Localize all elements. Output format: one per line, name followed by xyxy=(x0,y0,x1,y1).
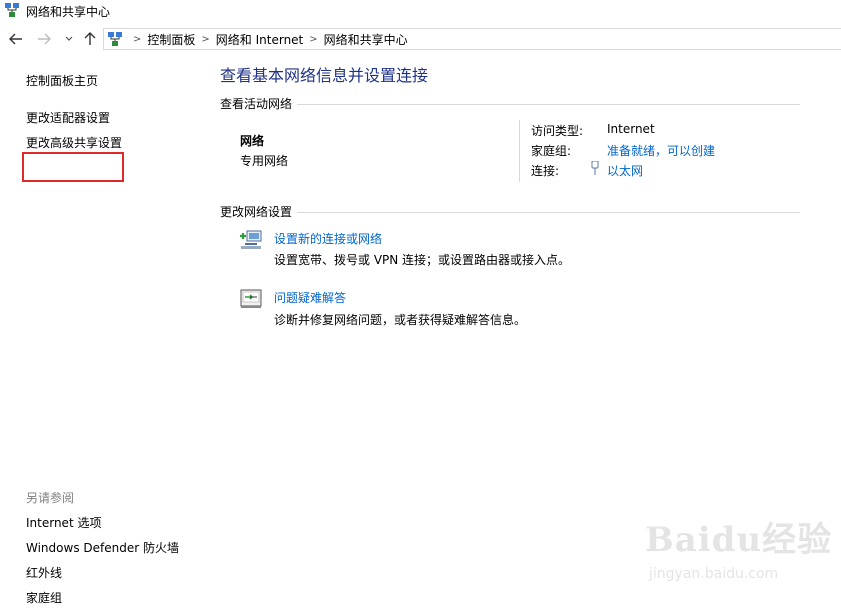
watermark-url: jingyan.baidu.com xyxy=(649,566,779,582)
ethernet-link[interactable]: 以太网 xyxy=(607,162,643,179)
access-type-label: 访问类型: xyxy=(531,124,584,138)
ethernet-icon xyxy=(591,161,599,175)
up-button[interactable] xyxy=(80,29,100,49)
sidebar-item-change-adapter-settings[interactable]: 更改适配器设置 xyxy=(26,109,110,126)
homegroup-label: 家庭组: xyxy=(531,144,572,158)
sidebar: 控制面板主页 更改适配器设置 更改高级共享设置 另请参阅 Internet 选项… xyxy=(0,52,205,608)
troubleshoot-desc: 诊断并修复网络问题，或者获得疑难解答信息。 xyxy=(274,313,527,327)
chevron-right-icon[interactable]: > xyxy=(309,34,317,45)
breadcrumb-network-internet[interactable]: 网络和 Internet xyxy=(216,31,303,48)
chevron-right-icon[interactable]: > xyxy=(201,34,209,45)
troubleshoot-icon xyxy=(240,289,262,308)
highlight-annotation xyxy=(22,152,124,182)
connection-label: 连接: xyxy=(531,164,560,178)
window-title: 网络和共享中心 xyxy=(26,5,111,19)
recent-locations-button[interactable] xyxy=(62,29,76,49)
homegroup-link[interactable]: 准备就绪，可以创建 xyxy=(607,142,715,159)
arrow-up-icon xyxy=(84,32,96,45)
see-also-infrared[interactable]: 红外线 xyxy=(26,564,62,581)
access-type-value: Internet xyxy=(607,122,655,136)
setup-new-connection-link[interactable]: 设置新的连接或网络 xyxy=(274,230,382,247)
change-settings-header: 更改网络设置 xyxy=(220,205,293,219)
sidebar-item-advanced-sharing[interactable]: 更改高级共享设置 xyxy=(26,134,122,151)
breadcrumb-control-panel[interactable]: 控制面板 xyxy=(147,31,195,48)
arrow-right-icon xyxy=(38,33,51,45)
sidebar-item-control-panel-home[interactable]: 控制面板主页 xyxy=(26,72,98,89)
watermark-brand: Baidu经验 xyxy=(645,520,833,560)
arrow-left-icon xyxy=(9,33,22,45)
control-panel-icon xyxy=(108,32,122,46)
see-also-homegroup[interactable]: 家庭组 xyxy=(26,589,62,606)
active-networks-header: 查看活动网络 xyxy=(220,97,293,111)
see-also-defender-firewall[interactable]: Windows Defender 防火墙 xyxy=(26,539,179,556)
network-type: 专用网络 xyxy=(240,154,289,168)
title-bar: 网络和共享中心 xyxy=(0,0,841,22)
address-bar[interactable]: > 控制面板 > 网络和 Internet > 网络和共享中心 xyxy=(103,28,841,50)
troubleshoot-link[interactable]: 问题疑难解答 xyxy=(274,289,346,306)
forward-button[interactable] xyxy=(34,29,54,49)
new-connection-icon xyxy=(240,230,262,249)
network-name: 网络 xyxy=(240,134,265,148)
navigation-bar: > 控制面板 > 网络和 Internet > 网络和共享中心 xyxy=(0,26,841,52)
section-divider xyxy=(297,212,800,213)
see-also-internet-options[interactable]: Internet 选项 xyxy=(26,514,101,531)
breadcrumb-network-sharing-center[interactable]: 网络和共享中心 xyxy=(324,31,408,48)
network-center-icon xyxy=(5,3,19,17)
setup-new-connection-desc: 设置宽带、拨号或 VPN 连接；或设置路由器或接入点。 xyxy=(274,253,571,267)
see-also-title: 另请参阅 xyxy=(26,491,75,505)
page-title: 查看基本网络信息并设置连接 xyxy=(220,66,429,85)
watermark: Baidu经验 jingyan.baidu.com xyxy=(645,512,831,594)
section-divider xyxy=(297,104,800,105)
chevron-down-icon xyxy=(65,36,73,41)
back-button[interactable] xyxy=(6,29,26,49)
chevron-right-icon[interactable]: > xyxy=(133,34,141,45)
vertical-divider xyxy=(519,120,520,182)
